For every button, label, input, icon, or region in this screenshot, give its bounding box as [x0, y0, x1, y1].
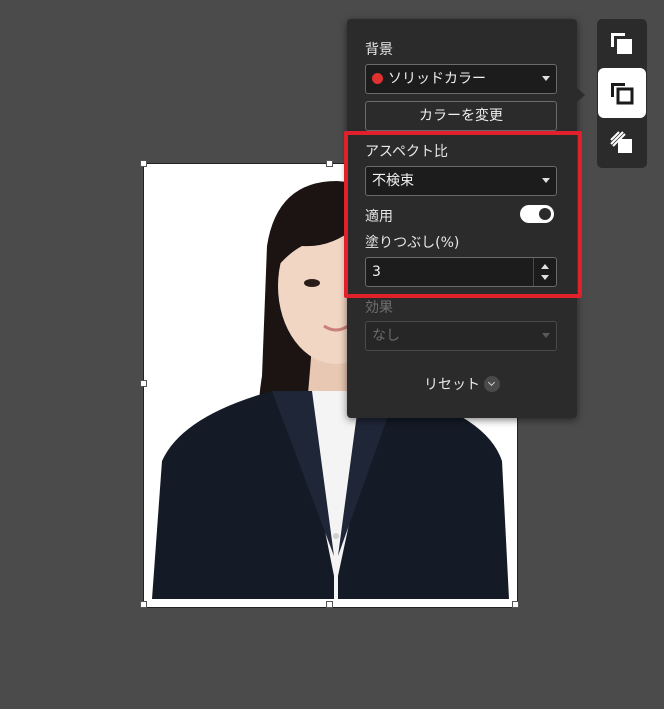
effect-select[interactable]: なし — [365, 321, 557, 351]
reset-button[interactable]: リセット — [347, 374, 577, 394]
highlight-box — [344, 131, 582, 298]
layer-toolbar — [597, 19, 647, 168]
copy-layers-button[interactable] — [597, 19, 647, 69]
background-type-value: ソリッドカラー — [388, 71, 486, 87]
resize-handle[interactable] — [326, 160, 333, 167]
resize-handle[interactable] — [140, 380, 147, 387]
change-color-button[interactable]: カラーを変更 — [365, 101, 557, 131]
layers-front-button[interactable] — [598, 68, 646, 118]
chevron-down-icon — [484, 376, 500, 392]
resize-handle[interactable] — [140, 601, 147, 608]
reset-label: リセット — [424, 377, 480, 393]
resize-handle[interactable] — [326, 601, 333, 608]
caret-down-icon — [542, 76, 550, 81]
layers-front-icon — [611, 83, 634, 105]
panel-pointer — [577, 88, 585, 102]
hatched-layers-button[interactable] — [597, 118, 647, 168]
effect-value: なし — [372, 328, 400, 344]
background-type-select[interactable]: ソリッドカラー — [365, 64, 557, 94]
background-label: 背景 — [365, 42, 393, 58]
resize-handle[interactable] — [140, 160, 147, 167]
hatched-layers-icon — [610, 131, 632, 153]
caret-down-icon — [542, 333, 550, 338]
color-swatch-icon — [372, 73, 383, 84]
resize-handle[interactable] — [512, 601, 519, 608]
copy-layers-icon — [611, 33, 632, 54]
effect-label: 効果 — [365, 300, 393, 316]
